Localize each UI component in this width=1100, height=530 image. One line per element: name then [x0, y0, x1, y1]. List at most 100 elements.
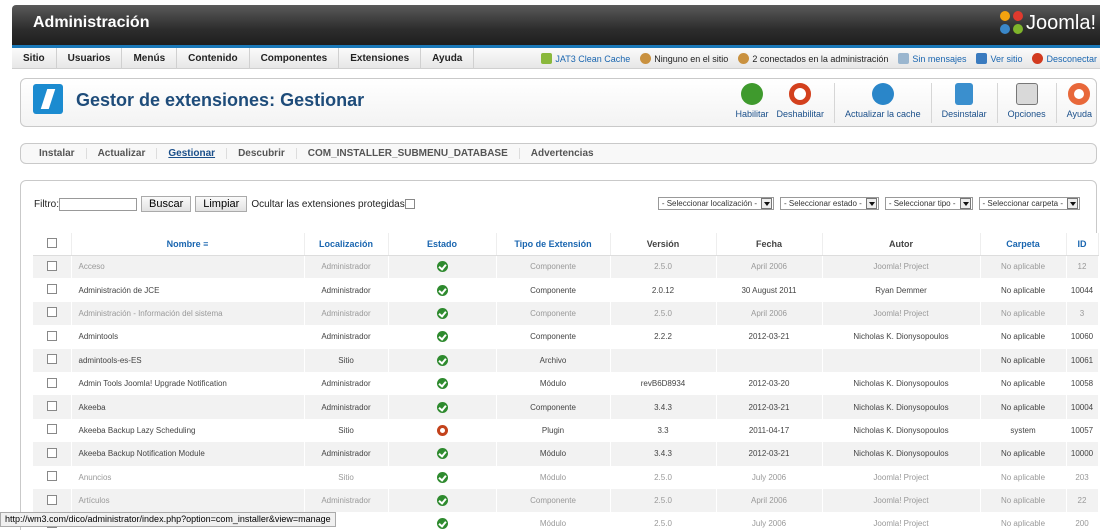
row-checkbox[interactable]: [46, 330, 57, 341]
clean-cache-link[interactable]: JAT3 Clean Cache: [541, 53, 630, 64]
cell-status[interactable]: [388, 255, 497, 279]
logout-link[interactable]: Desconectar: [1032, 53, 1100, 64]
cell-type: Archivo: [496, 348, 611, 372]
type-select[interactable]: - Seleccionar tipo -: [884, 197, 973, 210]
cell-status[interactable]: [388, 395, 497, 419]
cell-status[interactable]: [388, 348, 497, 372]
toolbar-divider: [834, 83, 836, 123]
disabled-icon: [436, 424, 448, 436]
cell-author: Joomla! Project: [822, 255, 981, 279]
joomla-logo[interactable]: Joomla!: [999, 11, 1096, 35]
col-id[interactable]: ID: [1066, 233, 1099, 256]
cell-version: 2.5.0: [610, 512, 717, 530]
cell-folder: No aplicable: [980, 465, 1067, 489]
help-button[interactable]: Ayuda: [1063, 83, 1096, 123]
cell-date: [716, 348, 823, 372]
menu-ayuda[interactable]: Ayuda: [421, 48, 475, 69]
cell-date: April 2006: [716, 255, 823, 279]
cell-status[interactable]: [388, 442, 497, 466]
menu-sitio[interactable]: Sitio: [12, 48, 57, 69]
cell-id: 10044: [1066, 278, 1099, 302]
menu-contenido[interactable]: Contenido: [177, 48, 250, 69]
cell-author: Nicholas K. Dionysopoulos: [822, 371, 981, 396]
clear-button[interactable]: Limpiar: [195, 196, 248, 212]
cell-status[interactable]: [388, 325, 497, 349]
tab-instalar[interactable]: Instalar: [28, 148, 87, 159]
enabled-check-icon: [436, 518, 448, 530]
tab-descubrir[interactable]: Descubrir: [227, 148, 297, 159]
table-row: admintools-es-ES Sitio Archivo No aplicable…: [33, 348, 1099, 372]
menu-usuarios[interactable]: Usuarios: [57, 48, 123, 69]
tab-advertencias[interactable]: Advertencias: [520, 148, 605, 159]
browser-status-url: http://wm3.com/dico/administrator/index.…: [0, 512, 336, 527]
options-icon: [1015, 83, 1038, 105]
hide-protected-checkbox[interactable]: [404, 199, 415, 209]
cell-type: Módulo: [496, 371, 611, 396]
row-checkbox[interactable]: [46, 401, 57, 412]
select-all-checkbox[interactable]: [46, 237, 57, 248]
cell-type: Módulo: [496, 465, 611, 489]
cell-author: Nicholas K. Dionysopoulos: [822, 325, 981, 349]
status-select[interactable]: - Seleccionar estado -: [779, 197, 879, 210]
cell-name: Administración - Información del sistema: [71, 301, 305, 326]
location-select[interactable]: - Seleccionar localización -: [657, 197, 774, 210]
menu-menus[interactable]: Menús: [122, 48, 178, 69]
folder-select[interactable]: - Seleccionar carpeta -: [978, 197, 1080, 210]
refresh-cache-button[interactable]: Actualizar la cache: [841, 83, 925, 123]
menu-componentes[interactable]: Componentes: [250, 48, 340, 69]
chevron-down-icon: [865, 198, 877, 209]
cell-location: Administrador: [304, 255, 389, 279]
cell-location: Administrador: [304, 325, 389, 349]
row-checkbox[interactable]: [46, 494, 57, 505]
cell-name: Acceso: [71, 255, 305, 279]
row-checkbox[interactable]: [46, 354, 57, 365]
enable-button[interactable]: Habilitar: [731, 83, 772, 123]
menu-extensiones[interactable]: Extensiones: [339, 48, 422, 69]
col-localizacion[interactable]: Localización: [304, 233, 389, 256]
chevron-down-icon: [959, 198, 971, 209]
row-checkbox[interactable]: [46, 471, 57, 482]
col-tipo[interactable]: Tipo de Extensión: [496, 233, 611, 256]
cell-status[interactable]: [388, 371, 497, 396]
cell-version: 2.2.2: [610, 325, 717, 349]
view-site-link[interactable]: Ver sitio: [976, 53, 1022, 64]
cell-status[interactable]: [388, 465, 497, 489]
cell-type: Plugin: [496, 418, 611, 443]
col-nombre[interactable]: Nombre ≡: [71, 233, 305, 256]
tab-gestionar[interactable]: Gestionar: [157, 148, 228, 159]
messages-link[interactable]: Sin mensajes: [898, 53, 966, 64]
col-carpeta[interactable]: Carpeta: [980, 233, 1067, 256]
cell-type: Componente: [496, 301, 611, 326]
row-checkbox[interactable]: [46, 260, 57, 271]
disable-button[interactable]: Deshabilitar: [773, 83, 829, 123]
tab-database[interactable]: COM_INSTALLER_SUBMENU_DATABASE: [297, 148, 520, 159]
cell-name: admintools-es-ES: [71, 348, 305, 372]
row-checkbox[interactable]: [46, 424, 57, 435]
cell-author: [822, 348, 981, 372]
admin-header: Administración Joomla!: [12, 5, 1100, 45]
search-button[interactable]: Buscar: [141, 196, 192, 212]
cell-status[interactable]: [388, 301, 497, 326]
row-checkbox[interactable]: [46, 284, 57, 295]
cell-version: 2.5.0: [610, 488, 717, 513]
cell-id: 22: [1066, 488, 1099, 513]
messages-icon: [898, 53, 910, 64]
options-button[interactable]: Opciones: [1004, 83, 1050, 123]
row-checkbox[interactable]: [46, 447, 57, 458]
cell-status[interactable]: [388, 512, 497, 530]
cell-status[interactable]: [388, 488, 497, 513]
col-estado[interactable]: Estado: [388, 233, 497, 256]
extensions-table: Nombre ≡ Localización Estado Tipo de Ext…: [33, 233, 1099, 530]
cell-type: Componente: [496, 395, 611, 419]
tab-actualizar[interactable]: Actualizar: [87, 148, 158, 159]
row-checkbox[interactable]: [46, 377, 57, 388]
row-checkbox[interactable]: [46, 307, 57, 318]
filter-search-input[interactable]: [59, 197, 137, 211]
table-row: Acceso Administrador Componente 2.5.0 April …: [33, 255, 1099, 279]
cell-status[interactable]: [388, 418, 497, 443]
uninstall-button[interactable]: Desinstalar: [938, 83, 991, 123]
enabled-check-icon: [436, 448, 448, 460]
row-select-cell: [33, 442, 72, 466]
cell-date: 2012-03-21: [716, 395, 823, 419]
cell-status[interactable]: [388, 278, 497, 302]
